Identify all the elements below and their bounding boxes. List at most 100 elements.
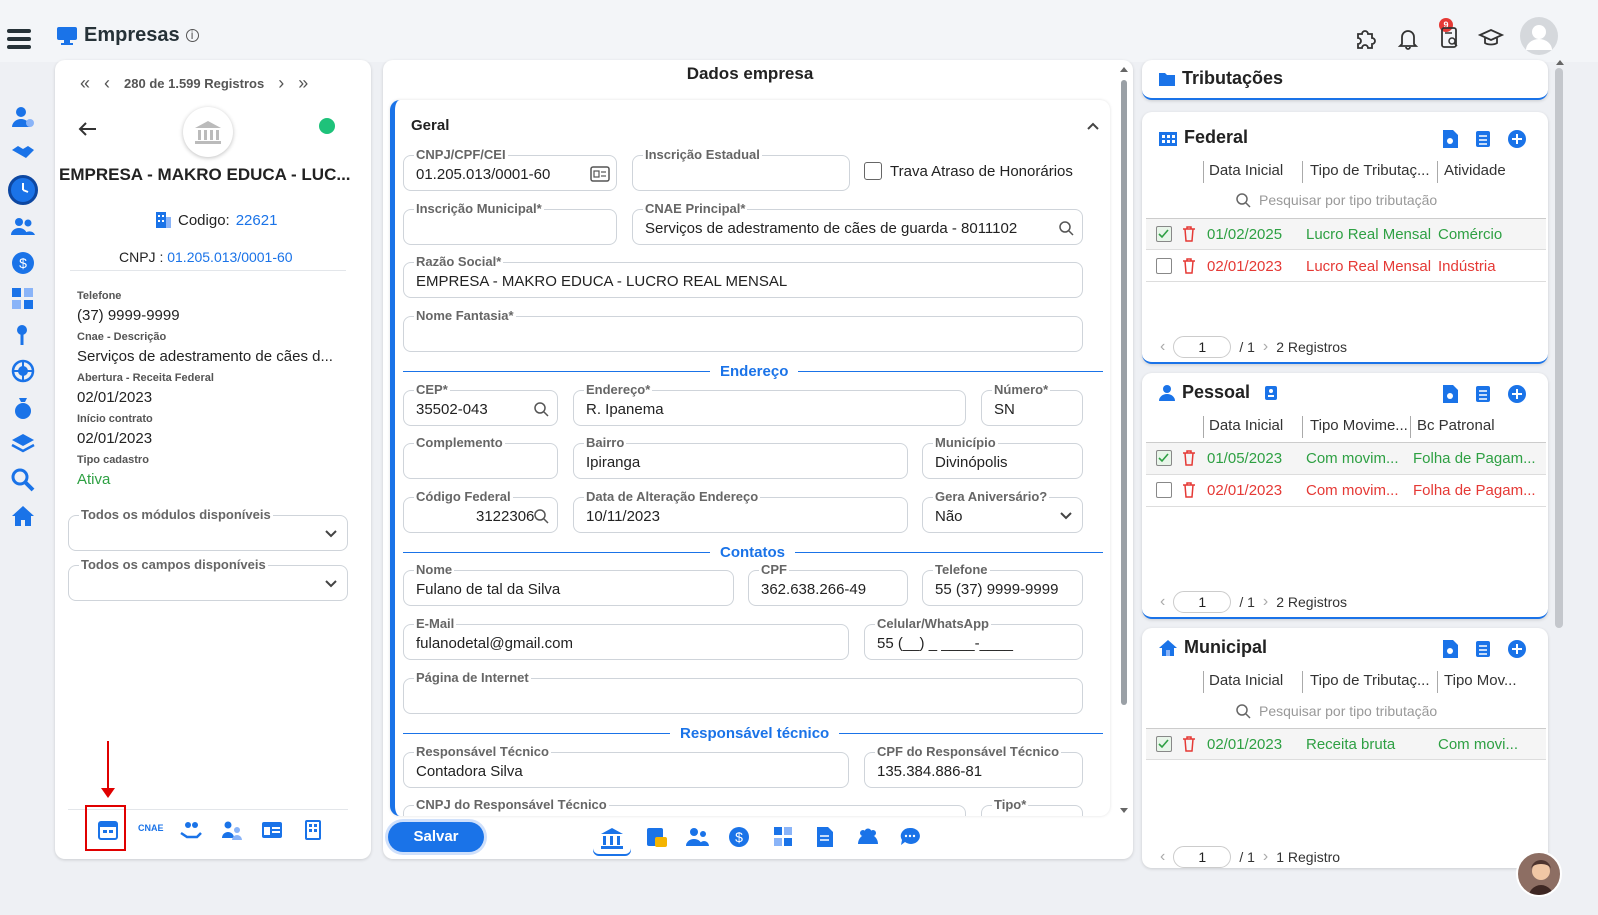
data-alteracao-field[interactable]: Data de Alteração Endereço 10/11/2023	[573, 489, 908, 533]
page-input[interactable]: 1	[1173, 336, 1232, 358]
trash-icon[interactable]	[1182, 449, 1196, 466]
building-tab-icon[interactable]	[302, 819, 324, 841]
scrollbar[interactable]	[1119, 66, 1129, 816]
cnae-tab[interactable]: CNAE	[138, 823, 164, 833]
codigo-federal-field[interactable]: Código Federal 3122306	[403, 489, 558, 533]
calendar-tab-icon[interactable]	[97, 819, 119, 841]
column-header[interactable]: Data Inicial	[1209, 672, 1283, 689]
column-header[interactable]: Tipo de Tributaç...	[1310, 162, 1430, 179]
column-header[interactable]: Atividade	[1444, 162, 1506, 179]
prev-record-button[interactable]: ‹	[104, 73, 110, 94]
trava-checkbox[interactable]: Trava Atraso de Honorários	[864, 162, 1073, 180]
right-scroll-up[interactable]	[1555, 58, 1565, 66]
last-record-button[interactable]: »	[298, 73, 308, 94]
save-button[interactable]: Salvar	[388, 822, 484, 852]
add-circle-icon[interactable]	[1507, 639, 1527, 659]
cnae-field[interactable]: CNAE Principal* Serviços de adestramento …	[632, 201, 1083, 245]
list-icon[interactable]	[1474, 639, 1492, 659]
celular-field[interactable]: Celular/WhatsApp 55 (__) _ ____-____	[864, 616, 1083, 660]
gera-aniversario-select[interactable]: Gera Aniversário? Não	[922, 489, 1083, 533]
responsavel-field[interactable]: Responsável Técnico Contadora Silva	[403, 744, 849, 788]
row-checkbox[interactable]	[1156, 482, 1172, 498]
first-record-button[interactable]: «	[80, 73, 90, 94]
pin-icon[interactable]	[10, 322, 36, 348]
column-header[interactable]: Data Inicial	[1209, 162, 1283, 179]
trash-icon[interactable]	[1182, 481, 1196, 498]
chat-tab-icon[interactable]	[898, 825, 922, 849]
tab-bank[interactable]	[593, 822, 631, 854]
endereco-field[interactable]: Endereço* R. Ipanema	[573, 382, 966, 426]
dollar-tab-icon[interactable]: $	[727, 825, 751, 849]
column-header[interactable]: Tipo Mov...	[1444, 672, 1517, 689]
email-field[interactable]: E-Mail fulanodetal@gmail.com	[403, 616, 849, 660]
user-group-tab-icon[interactable]	[221, 819, 243, 841]
row-checkbox[interactable]	[1156, 450, 1172, 466]
complemento-field[interactable]: Complemento	[403, 435, 558, 479]
page-input[interactable]: 1	[1173, 591, 1232, 613]
list-icon[interactable]	[1474, 384, 1492, 404]
next-page-icon[interactable]: ›	[1263, 338, 1268, 356]
page-input[interactable]: 1	[1173, 846, 1232, 868]
next-record-button[interactable]: ›	[278, 73, 284, 94]
user-settings-icon[interactable]	[10, 104, 36, 130]
bairro-field[interactable]: Bairro Ipiranga	[573, 435, 908, 479]
tipo-field[interactable]: Tipo*	[981, 797, 1083, 816]
row-checkbox[interactable]	[1156, 258, 1172, 274]
checkbox[interactable]	[864, 162, 882, 180]
home-icon[interactable]	[10, 503, 36, 529]
modules-select[interactable]: Todos os módulos disponíveis	[68, 507, 348, 551]
nome-field[interactable]: Nome Fulano de tal da Silva	[403, 562, 734, 606]
hamburger-menu-icon[interactable]	[6, 26, 32, 52]
user-avatar[interactable]	[1520, 17, 1558, 55]
money-bag-icon[interactable]	[10, 395, 36, 421]
network-icon[interactable]	[10, 358, 36, 384]
search-icon[interactable]	[10, 467, 36, 493]
row-checkbox[interactable]	[1156, 226, 1172, 242]
trash-icon[interactable]	[1182, 257, 1196, 274]
handshake-icon[interactable]	[10, 140, 36, 166]
list-icon[interactable]	[1474, 129, 1492, 149]
fields-select[interactable]: Todos os campos disponíveis	[68, 557, 348, 601]
graduation-cap-icon[interactable]	[1477, 24, 1505, 52]
hand-users-tab-icon[interactable]	[180, 819, 202, 841]
column-header[interactable]: Tipo de Tributaç...	[1310, 672, 1430, 689]
inscricao-municipal-field[interactable]: Inscrição Municipal*	[403, 201, 617, 245]
add-circle-icon[interactable]	[1507, 384, 1527, 404]
right-scrollbar-thumb[interactable]	[1555, 68, 1563, 628]
inscricao-estadual-field[interactable]: Inscrição Estadual	[632, 147, 850, 191]
prev-page-icon[interactable]: ‹	[1160, 593, 1165, 611]
support-avatar[interactable]	[1516, 851, 1562, 897]
document-search-icon[interactable]	[1436, 24, 1464, 52]
municipal-search[interactable]: Pesquisar por tipo tributação	[1235, 703, 1437, 719]
cpf-field[interactable]: CPF 362.638.266-49	[748, 562, 908, 606]
info-icon[interactable]: i	[185, 29, 199, 42]
users-icon[interactable]	[10, 214, 36, 240]
calculator-tab-icon[interactable]	[771, 825, 795, 849]
trash-icon[interactable]	[1182, 225, 1196, 242]
next-page-icon[interactable]: ›	[1263, 593, 1268, 611]
id-card-tab-icon[interactable]	[261, 819, 283, 841]
document-add-icon[interactable]	[1441, 129, 1459, 149]
trash-icon[interactable]	[1182, 735, 1196, 752]
back-arrow-icon[interactable]	[76, 118, 98, 140]
document-add-icon[interactable]	[1441, 639, 1459, 659]
document-add-icon[interactable]	[1441, 384, 1459, 404]
column-header[interactable]: Data Inicial	[1209, 417, 1283, 434]
cpf-responsavel-field[interactable]: CPF do Responsável Técnico 135.384.886-81	[864, 744, 1083, 788]
puzzle-icon[interactable]	[1352, 24, 1380, 52]
group-tab-icon[interactable]	[856, 825, 880, 849]
bell-icon[interactable]	[1394, 24, 1422, 52]
pagina-internet-field[interactable]: Página de Internet	[403, 670, 1083, 714]
prev-page-icon[interactable]: ‹	[1160, 848, 1165, 866]
telefone-field[interactable]: Telefone 55 (37) 9999-9999	[922, 562, 1083, 606]
razao-social-field[interactable]: Razão Social* EMPRESA - MAKRO EDUCA - LUC…	[403, 254, 1083, 298]
tax-doc-tab-icon[interactable]	[645, 825, 669, 849]
next-page-icon[interactable]: ›	[1263, 848, 1268, 866]
document-tab-icon[interactable]	[813, 825, 837, 849]
users-tab-icon[interactable]	[685, 825, 709, 849]
federal-search[interactable]: Pesquisar por tipo tributação	[1235, 192, 1437, 208]
column-header[interactable]: Bc Patronal	[1417, 417, 1495, 434]
cnpj-field[interactable]: CNPJ/CPF/CEI 01.205.013/0001-60	[403, 147, 617, 191]
add-circle-icon[interactable]	[1507, 129, 1527, 149]
numero-field[interactable]: Número* SN	[981, 382, 1083, 426]
